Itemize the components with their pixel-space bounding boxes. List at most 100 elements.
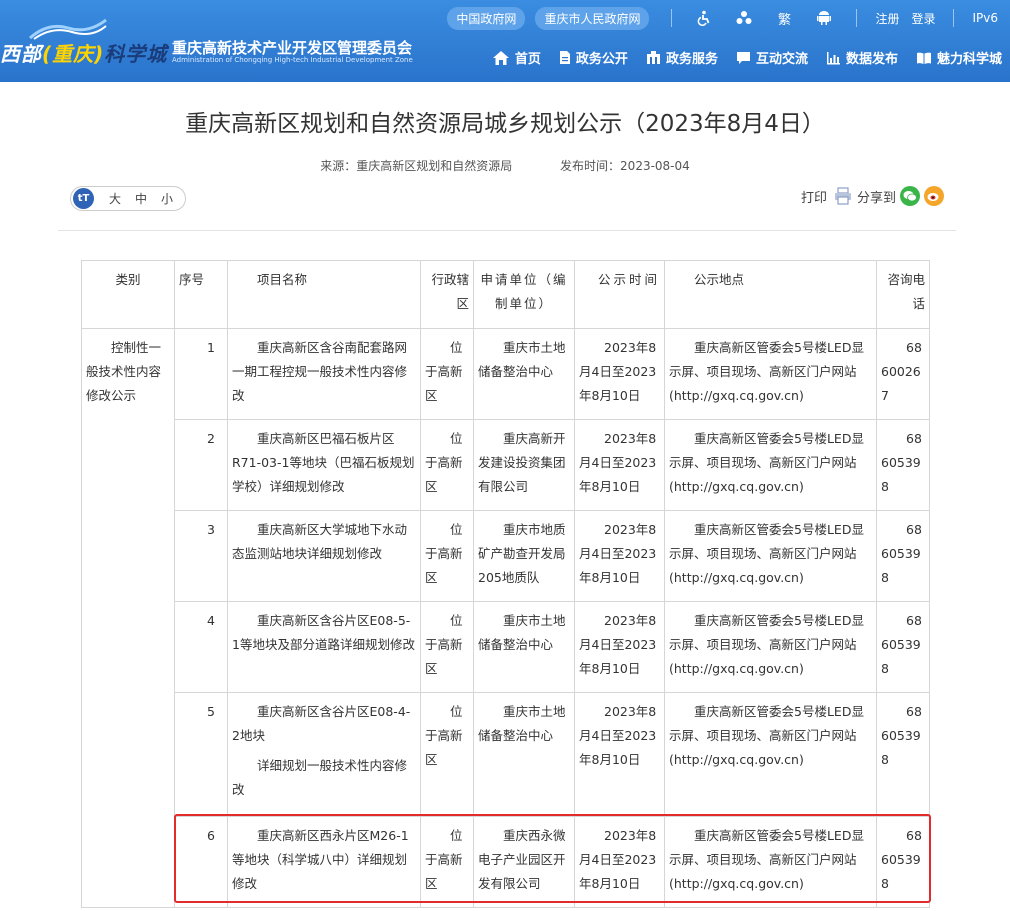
row-district: 位于高新区 — [420, 328, 474, 420]
row-notice-place: 重庆高新区管委会5号楼LED显示屏、项目现场、高新区门户网站(http://gx… — [664, 510, 877, 602]
row-applicant: 重庆市土地储备整治中心 — [473, 601, 575, 693]
row-notice-time: 2023年8月4日至2023年8月10日 — [574, 510, 665, 602]
row-applicant: 重庆市土地储备整治中心 — [473, 328, 575, 420]
row-project-name-cell: 重庆高新区含谷片区E08-4-2地块 详细规划一般技术性内容修改 — [227, 692, 421, 817]
nav-charm-sci-city[interactable]: 魅力科学城 — [916, 48, 1002, 67]
row-district: 位于高新区 — [420, 692, 474, 817]
font-size-small[interactable]: 小 — [161, 190, 173, 207]
home-icon — [492, 50, 509, 65]
table-row-highlighted: 6 重庆高新区西永片区M26-1等地块（科学城八中）详细规划修改 位于高新区 重… — [82, 816, 930, 908]
row-project-name: 重庆高新区含谷南配套路网一期工程控规一般技术性内容修改 — [227, 328, 421, 420]
chat-icon — [736, 51, 750, 64]
font-size-medium[interactable]: 中 — [135, 190, 147, 207]
gov-cn-link[interactable]: 中国政府网 — [447, 6, 526, 30]
row-phone: 68605398 — [876, 692, 930, 817]
wechat-icon[interactable] — [900, 186, 920, 206]
nav-label: 魅力科学城 — [936, 52, 1002, 67]
nav-data-release[interactable]: 数据发布 — [826, 48, 898, 67]
print-button[interactable]: 打印 — [801, 187, 827, 206]
row-notice-place: 重庆高新区管委会5号楼LED显示屏、项目现场、高新区门户网站(http://gx… — [664, 419, 877, 511]
traditional-chinese-toggle[interactable]: 繁 — [775, 9, 793, 28]
login-link[interactable]: 登录 — [911, 10, 935, 27]
row-project-name-cont: 详细规划一般技术性内容修改 — [232, 758, 408, 797]
category-cell: 控制性一般技术性内容修改公示 — [81, 328, 175, 908]
site-header: 西部(重庆)科学城 重庆高新技术产业开发区管理委员会 Administratio… — [0, 0, 1010, 82]
row-notice-place: 重庆高新区管委会5号楼LED显示屏、项目现场、高新区门户网站(http://gx… — [664, 692, 877, 817]
book-icon — [916, 52, 931, 64]
row-phone: 68605398 — [876, 601, 930, 693]
header-notice-time: 公示时间 — [574, 260, 665, 329]
register-link[interactable]: 注册 — [875, 10, 899, 27]
row-notice-time: 2023年8月4日至2023年8月10日 — [574, 601, 665, 693]
header-phone: 咨询电话 — [876, 260, 930, 329]
org-name-cn: 重庆高新技术产业开发区管理委员会 — [172, 39, 413, 57]
row-notice-place: 重庆高新区管委会5号楼LED显示屏、项目现场、高新区门户网站(http://gx… — [664, 328, 877, 420]
row-no: 1 — [174, 328, 228, 420]
nav-gov-affairs-open[interactable]: 政务公开 — [559, 48, 628, 67]
cq-gov-link[interactable]: 重庆市人民政府网 — [535, 6, 650, 30]
row-no: 5 — [174, 692, 228, 817]
row-no: 3 — [174, 510, 228, 602]
top-links: 中国政府网 重庆市人民政府网 繁 注册 登录 IPv6 — [447, 6, 1004, 30]
nav-home[interactable]: 首页 — [492, 48, 541, 67]
table-row: 3 重庆高新区大学城地下水动态监测站地块详细规划修改 位于高新区 重庆市地质矿产… — [82, 510, 930, 602]
divider — [953, 9, 955, 27]
article-source: 来源：重庆高新区规划和自然资源局 — [320, 159, 513, 173]
site-logo[interactable]: 西部(重庆)科学城 — [0, 18, 167, 67]
document-icon — [559, 51, 570, 64]
nav-label: 数据发布 — [845, 52, 898, 67]
share-label: 分享到 — [856, 190, 896, 206]
table-row: 2 重庆高新区巴福石板片区R71-03-1等地块（巴福石板规划学校）详细规划修改… — [82, 419, 930, 511]
nav-label: 政务服务 — [665, 52, 718, 67]
nav-label: 首页 — [514, 52, 541, 67]
category-text: 控制性一般技术性内容修改公示 — [86, 340, 162, 403]
article-publish-time: 发布时间：2023-08-04 — [560, 159, 690, 173]
row-applicant: 重庆市地质矿产勘查开发局205地质队 — [473, 510, 575, 602]
table-header-row: 类别 序号 项目名称 行政辖区 申请单位（编制单位） 公示时间 公示地点 咨询电… — [81, 260, 930, 329]
printer-icon[interactable] — [833, 186, 853, 206]
row-phone: 68605398 — [876, 419, 930, 511]
row-no: 2 — [174, 419, 228, 511]
bar-chart-icon — [826, 51, 840, 64]
share-bar: 打印 分享到 — [801, 186, 944, 206]
logo-text: 西部(重庆)科学城 — [0, 38, 167, 67]
page-title: 重庆高新区规划和自然资源局城乡规划公示（2023年8月4日） — [185, 111, 825, 137]
row-project-name: 重庆高新区巴福石板片区R71-03-1等地块（巴福石板规划学校）详细规划修改 — [227, 419, 421, 511]
header-no: 序号 — [174, 260, 228, 329]
accessibility-icon[interactable] — [695, 9, 713, 27]
row-district: 位于高新区 — [420, 601, 474, 693]
row-district: 位于高新区 — [420, 816, 474, 908]
row-notice-time: 2023年8月4日至2023年8月10日 — [574, 816, 665, 908]
elderly-mode-icon[interactable] — [735, 9, 753, 27]
article-meta: 来源：重庆高新区规划和自然资源局 发布时间：2023-08-04 — [0, 157, 1010, 174]
row-applicant: 重庆市土地储备整治中心 — [473, 692, 575, 817]
android-icon[interactable] — [815, 9, 833, 27]
table-row: 控制性一般技术性内容修改公示 1 重庆高新区含谷南配套路网一期工程控规一般技术性… — [81, 328, 930, 908]
planning-notice-table: 类别 序号 项目名称 行政辖区 申请单位（编制单位） 公示时间 公示地点 咨询电… — [81, 260, 930, 908]
weibo-icon[interactable] — [924, 186, 944, 206]
row-project-name: 重庆高新区含谷片区E08-4-2地块 — [232, 704, 411, 743]
font-size-switcher: tT 大 中 小 — [70, 186, 186, 211]
row-project-name: 重庆高新区含谷片区E08-5-1等地块及部分道路详细规划修改 — [227, 601, 421, 693]
logo-text-sci-city: 科学城 — [104, 42, 168, 66]
row-notice-place: 重庆高新区管委会5号楼LED显示屏、项目现场、高新区门户网站(http://gx… — [664, 816, 877, 908]
row-phone: 68600267 — [876, 328, 930, 420]
header-category: 类别 — [81, 260, 175, 329]
table-row: 4 重庆高新区含谷片区E08-5-1等地块及部分道路详细规划修改 位于高新区 重… — [82, 601, 930, 693]
row-no: 6 — [174, 816, 228, 908]
row-no: 4 — [174, 601, 228, 693]
row-project-name: 重庆高新区大学城地下水动态监测站地块详细规划修改 — [227, 510, 421, 602]
row-applicant: 重庆高新开发建设投资集团有限公司 — [473, 419, 575, 511]
divider — [671, 9, 673, 27]
font-size-large[interactable]: 大 — [109, 190, 121, 207]
org-name-en: Administration of Chongqing High-tech In… — [172, 56, 413, 64]
nav-interaction[interactable]: 互动交流 — [736, 48, 808, 67]
row-district: 位于高新区 — [420, 510, 474, 602]
nav-label: 政务公开 — [575, 52, 628, 67]
header-applicant: 申请单位（编制单位） — [473, 260, 575, 329]
building-icon — [646, 50, 660, 64]
row-notice-place: 重庆高新区管委会5号楼LED显示屏、项目现场、高新区门户网站(http://gx… — [664, 601, 877, 693]
logo-text-west: 西部 — [0, 42, 42, 66]
divider — [58, 230, 956, 231]
nav-gov-services[interactable]: 政务服务 — [646, 48, 718, 67]
